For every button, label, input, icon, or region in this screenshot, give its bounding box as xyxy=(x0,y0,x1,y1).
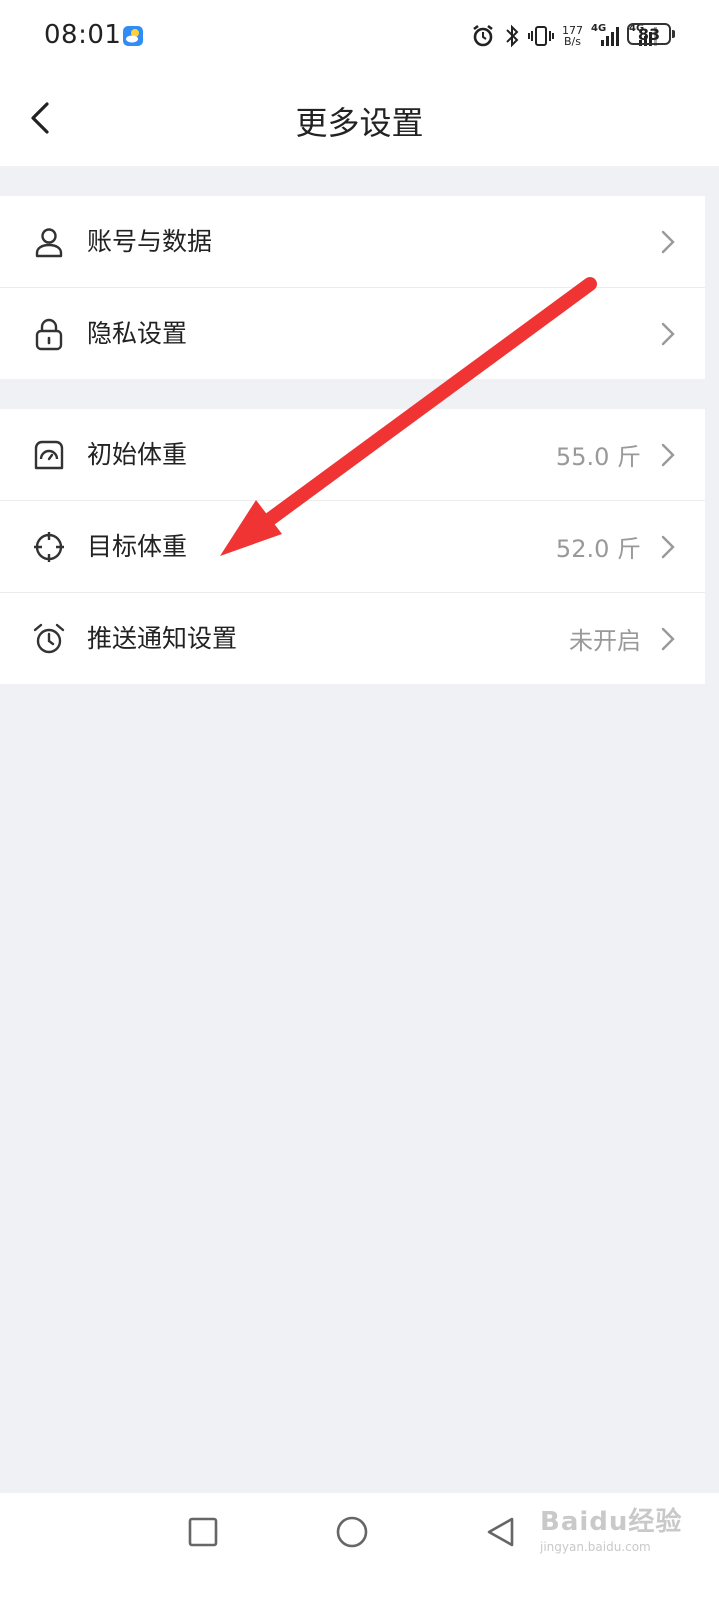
settings-row-push-notification[interactable]: 推送通知设置 未开启 xyxy=(0,593,705,684)
vibrate-icon xyxy=(528,26,554,46)
row-value: 52.0 斤 xyxy=(555,535,641,563)
battery-tip xyxy=(672,30,675,38)
bluetooth-icon xyxy=(506,24,519,48)
settings-row-target-weight[interactable]: 目标体重 52.0 斤 xyxy=(0,501,705,593)
chevron-right-icon xyxy=(661,443,675,467)
chevron-right-icon xyxy=(661,627,675,651)
settings-row-account-data[interactable]: 账号与数据 xyxy=(0,196,705,288)
row-label: 初始体重 xyxy=(87,440,188,469)
lock-icon xyxy=(35,318,63,351)
header: 更多设置 xyxy=(0,70,719,166)
row-label: 隐私设置 xyxy=(87,319,188,348)
system-nav-bar: Baidu经验 jingyan.baidu.com xyxy=(0,1493,719,1600)
row-label: 推送通知设置 xyxy=(87,624,238,653)
row-value: 未开启 xyxy=(569,627,641,655)
home-circle-icon[interactable] xyxy=(335,1515,369,1549)
battery-icon: 83 xyxy=(627,23,671,45)
settings-row-privacy[interactable]: 隐私设置 xyxy=(0,288,705,379)
chevron-right-icon xyxy=(661,230,675,254)
row-label: 账号与数据 xyxy=(87,227,213,256)
watermark-line1: Baidu经验 xyxy=(540,1507,683,1537)
alarm-clock-icon xyxy=(33,623,65,654)
watermark-line2: jingyan.baidu.com xyxy=(540,1540,651,1554)
status-bar: 08:01 177 B/s 4G 4G 83 xyxy=(0,0,719,70)
chevron-right-icon xyxy=(661,535,675,559)
target-icon xyxy=(34,532,64,562)
row-label: 目标体重 xyxy=(87,532,188,561)
alarm-status-icon xyxy=(473,24,493,47)
page-title: 更多设置 xyxy=(295,104,424,142)
status-time: 08:01 xyxy=(44,20,122,50)
recent-apps-square-icon[interactable] xyxy=(186,1515,220,1549)
settings-group-weight: 初始体重 55.0 斤 目标体重 52.0 斤 推送通知设置 未开启 xyxy=(0,409,705,684)
settings-group-account: 账号与数据 隐私设置 xyxy=(0,196,705,379)
weather-app-icon xyxy=(123,26,143,46)
scale-icon xyxy=(34,440,64,470)
net-speed-unit: B/s xyxy=(564,35,581,48)
back-triangle-icon[interactable] xyxy=(484,1515,518,1549)
person-icon xyxy=(35,228,63,258)
chevron-right-icon xyxy=(661,322,675,346)
row-value: 55.0 斤 xyxy=(555,443,641,471)
baidu-watermark: Baidu经验 jingyan.baidu.com xyxy=(540,1501,682,1554)
net-speed: 177 B/s xyxy=(562,25,583,47)
signal-icon xyxy=(601,27,619,46)
signal-1: 4G xyxy=(591,23,621,49)
battery-level: 83 xyxy=(637,24,661,44)
settings-row-initial-weight[interactable]: 初始体重 55.0 斤 xyxy=(0,409,705,501)
